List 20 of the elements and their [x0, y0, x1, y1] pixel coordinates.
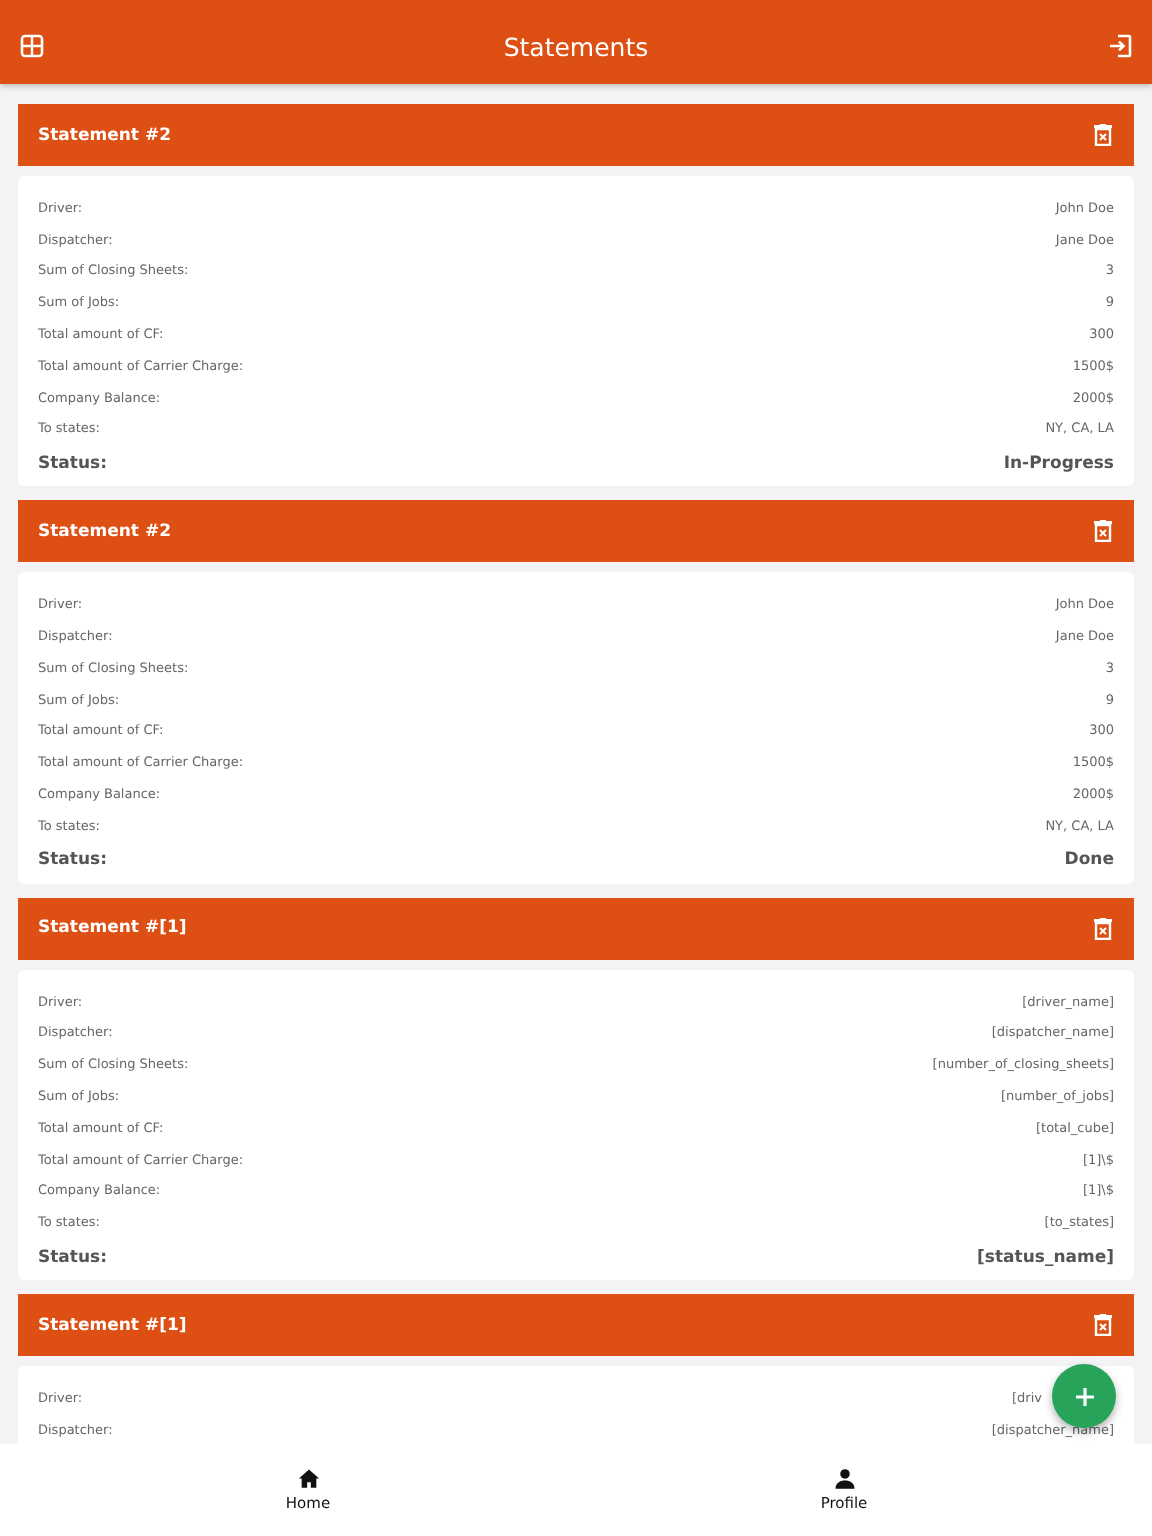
delete-icon[interactable] — [1094, 917, 1112, 940]
statement-title: Statement #2 — [38, 521, 171, 542]
app-title: Statements — [503, 31, 649, 61]
status-label: Status: — [38, 850, 107, 871]
person-icon — [833, 1468, 855, 1490]
home-icon — [297, 1468, 319, 1490]
delete-icon[interactable] — [1094, 124, 1112, 146]
dashboard-icon[interactable] — [20, 34, 44, 58]
statement-title: Statement #2 — [38, 125, 171, 145]
status-value: [status_name] — [977, 1247, 1114, 1268]
delete-icon[interactable] — [1094, 520, 1112, 543]
statement-title: Statement #[1] — [38, 1315, 187, 1336]
logout-icon[interactable] — [1107, 34, 1132, 58]
status-value: In-Progress — [1003, 453, 1114, 474]
status-label: Status: — [38, 453, 107, 474]
statement-title: Statement #[1] — [38, 918, 187, 939]
delete-icon[interactable] — [1094, 1314, 1112, 1337]
plus-icon — [1075, 1387, 1093, 1405]
status-label: Status: — [38, 1247, 107, 1268]
status-value: Done — [1064, 850, 1114, 871]
